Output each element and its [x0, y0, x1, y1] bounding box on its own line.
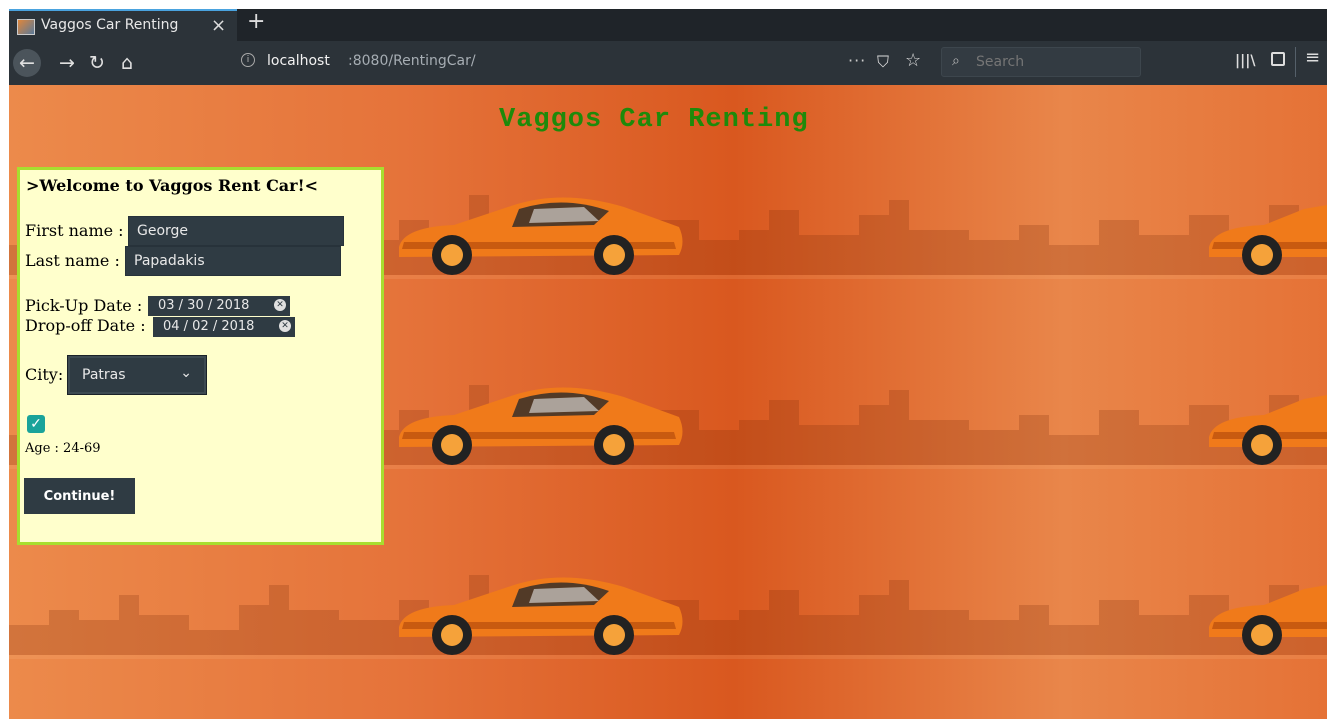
age-label: Age : 24-69 — [25, 441, 101, 456]
city-label: City: — [25, 365, 64, 384]
favicon-icon — [17, 19, 35, 35]
page-actions-icon[interactable]: ··· — [848, 51, 866, 70]
pocket-icon[interactable]: ⛉ — [877, 52, 889, 72]
close-tab-icon[interactable]: × — [211, 15, 226, 36]
search-input[interactable] — [974, 53, 1128, 71]
car-image — [399, 387, 683, 465]
info-icon[interactable]: i — [241, 53, 255, 67]
welcome-heading: >Welcome to Vaggos Rent Car!< — [26, 176, 319, 195]
home-icon[interactable]: ⌂ — [113, 49, 141, 77]
city-select[interactable]: Patras ⌄ — [67, 355, 207, 395]
last-name-label: Last name : — [25, 251, 120, 270]
url-bar[interactable]: i localhost :8080/RentingCar/ ··· ⛉ ☆ — [231, 47, 949, 77]
car-image — [399, 197, 683, 275]
toolbar-separator — [1295, 47, 1296, 77]
car-image — [1209, 205, 1327, 275]
dropoff-date-input[interactable]: 04 / 02 / 2018 ✕ — [153, 317, 295, 337]
clear-date-icon[interactable]: ✕ — [279, 320, 291, 332]
nav-bar: ← → ↻ ⌂ i localhost :8080/RentingCar/ ··… — [9, 41, 1327, 85]
clear-date-icon[interactable]: ✕ — [274, 299, 286, 311]
url-path: :8080/RentingCar/ — [348, 53, 476, 69]
pickup-date-label: Pick-Up Date : — [25, 296, 143, 315]
car-image — [399, 577, 683, 655]
forward-arrow-icon[interactable]: → — [53, 49, 81, 77]
browser-chrome: Vaggos Car Renting × + ← → ↻ ⌂ i localho… — [9, 9, 1327, 85]
tab-title: Vaggos Car Renting — [41, 17, 179, 33]
dropoff-date-value: 04 / 02 / 2018 — [163, 319, 255, 334]
car-image — [1209, 395, 1327, 465]
car-image — [1209, 585, 1327, 655]
sidebar-icon[interactable] — [1271, 52, 1285, 66]
reload-icon[interactable]: ↻ — [83, 49, 111, 77]
pickup-date-input[interactable]: 03 / 30 / 2018 ✕ — [148, 296, 290, 316]
continue-button[interactable]: Continue! — [24, 478, 135, 514]
new-tab-button[interactable]: + — [247, 9, 265, 34]
rental-form: >Welcome to Vaggos Rent Car!< First name… — [17, 167, 384, 545]
page-content: Vaggos Car Renting >Welcome to Vaggos Re… — [9, 85, 1327, 719]
first-name-input[interactable] — [128, 216, 344, 246]
library-icon[interactable]: |||\ — [1235, 53, 1255, 69]
city-selected-value: Patras — [82, 367, 126, 383]
search-box[interactable]: ⌕ — [941, 47, 1141, 77]
menu-icon[interactable]: ≡ — [1305, 47, 1320, 68]
bookmark-star-icon[interactable]: ☆ — [905, 50, 921, 71]
tab-bar: Vaggos Car Renting × + — [9, 9, 1327, 41]
pickup-date-value: 03 / 30 / 2018 — [158, 298, 250, 313]
dropoff-date-label: Drop-off Date : — [25, 316, 146, 335]
first-name-label: First name : — [25, 221, 124, 240]
back-arrow-icon[interactable]: ← — [13, 49, 41, 77]
url-host: localhost — [267, 53, 330, 69]
browser-tab[interactable]: Vaggos Car Renting × — [9, 9, 237, 41]
age-checkbox[interactable]: ✓ — [27, 415, 45, 433]
search-icon: ⌕ — [952, 53, 960, 69]
last-name-input[interactable] — [125, 246, 341, 276]
site-title: Vaggos Car Renting — [499, 105, 809, 135]
chevron-down-icon: ⌄ — [180, 365, 192, 381]
